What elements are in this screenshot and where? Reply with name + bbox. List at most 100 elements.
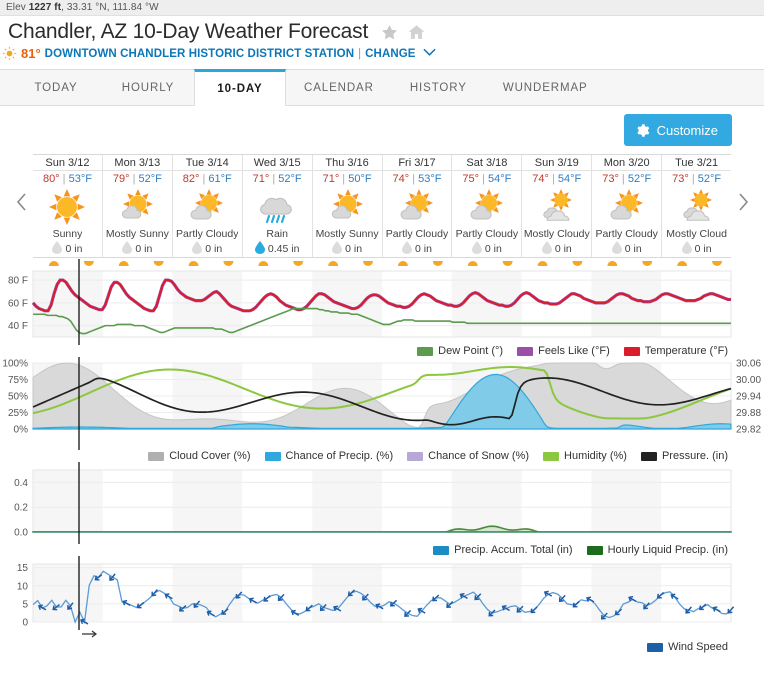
star-icon[interactable]	[380, 23, 399, 42]
cloud-humidity-pressure-chart[interactable]: 0% 25% 50% 75% 100% 29.82 29.88 29.94 30.00 30.06	[0, 357, 764, 450]
legend-dew-point[interactable]: Dew Point (°)	[417, 345, 503, 357]
legend-pressure[interactable]: Pressure. (in)	[640, 450, 728, 462]
legend-chance-snow[interactable]: Chance of Snow (%)	[407, 450, 529, 462]
tab-hourly[interactable]: HOURLY	[102, 70, 194, 105]
page-title: Chandler, AZ 10-Day Weather Forecast	[8, 20, 369, 43]
legend-swatch	[623, 346, 640, 356]
svg-text:100%: 100%	[2, 359, 28, 370]
tab-10-day[interactable]: 10-DAY	[194, 69, 286, 106]
low-temp: 54°F	[488, 172, 512, 185]
legend-swatch	[148, 451, 165, 461]
tab-calendar[interactable]: CALENDAR	[286, 70, 392, 105]
divider	[172, 170, 242, 171]
precip-drop-icon	[541, 241, 552, 257]
tab-label: WUNDERMAP	[502, 81, 588, 94]
current-temperature: 81°	[21, 46, 41, 61]
forecast-day-card[interactable]: Mon 3/20 73° | 52°F Partly Cloudy 0 in	[592, 155, 663, 257]
temp-separator: |	[691, 172, 695, 185]
legend-label: Hourly Liquid Precip. (in)	[607, 544, 728, 556]
legend-chance-precip[interactable]: Chance of Precip. (%)	[264, 450, 394, 462]
forecast-day-card[interactable]: Fri 3/17 74° | 53°F Partly Cloudy 0 in	[382, 155, 453, 257]
low-temp: 52°F	[697, 172, 722, 185]
header-icons	[380, 23, 430, 42]
forecast-day-card[interactable]: Mon 3/13 79° | 52°F Mostly Sunny 0 in	[102, 155, 173, 257]
chevron-down-icon[interactable]	[422, 48, 436, 60]
svg-text:0%: 0%	[14, 425, 29, 436]
high-temp: 71°	[252, 172, 270, 185]
next-days-button[interactable]	[732, 182, 754, 222]
tab-today[interactable]: TODAY	[10, 70, 102, 105]
svg-text:29.94: 29.94	[736, 392, 761, 403]
day-name: Sat 3/18	[466, 157, 508, 169]
tab-history[interactable]: HISTORY	[392, 70, 485, 105]
legend-humidity[interactable]: Humidity (%)	[543, 450, 627, 462]
day-temperatures: 79° | 52°F	[113, 173, 162, 185]
precip-drop-icon	[192, 241, 203, 257]
prev-days-button[interactable]	[10, 182, 32, 222]
customize-button[interactable]: Customize	[623, 114, 732, 146]
day-condition: Mostly Sunny	[105, 228, 169, 240]
svg-text:30.00: 30.00	[736, 375, 761, 386]
tab-wundermap[interactable]: WUNDERMAP	[485, 70, 606, 105]
forecast-day-card[interactable]: Thu 3/16 71° | 50°F Mostly Sunny 0 in	[312, 155, 383, 257]
tab-label: TODAY	[34, 81, 78, 94]
forecast-day-card[interactable]: Tue 3/14 82° | 61°F Partly Cloudy 0 in	[172, 155, 243, 257]
legend-wind-speed[interactable]: Wind Speed	[647, 641, 728, 653]
day-precipitation: 0.45 in	[254, 241, 299, 257]
low-temp: 52°F	[138, 172, 162, 185]
legend-label: Humidity (%)	[564, 450, 627, 462]
legend-cloud-cover[interactable]: Cloud Cover (%)	[148, 450, 251, 462]
legend-label: Pressure. (in)	[661, 450, 728, 462]
svg-text:29.82: 29.82	[736, 425, 761, 436]
separator: |	[358, 47, 362, 60]
precipitation-chart-legend: Precip. Accum. Total (in) Hourly Liquid …	[0, 544, 764, 556]
precipitation-chart[interactable]: 0.0 0.2 0.4	[0, 462, 764, 544]
forecast-day-card[interactable]: Sun 3/19 74° | 54°F Mostly Cloudy 0 in	[522, 155, 593, 257]
high-temp: 82°	[182, 172, 200, 185]
low-temp: 50°F	[348, 172, 372, 185]
divider	[452, 170, 522, 171]
day-name: Mon 3/13	[114, 157, 161, 169]
legend-label: Cloud Cover (%)	[169, 450, 251, 462]
forecast-day-card[interactable]: Tue 3/21 73° | 52°F Mostly Cloud 0 in	[662, 155, 732, 257]
temperature-chart[interactable]: 40 F 60 F 80 F	[0, 259, 764, 345]
day-condition: Partly Cloudy	[385, 228, 449, 240]
temp-separator: |	[412, 172, 416, 185]
forecast-day-card[interactable]: Sat 3/18 75° | 54°F Partly Cloudy 0 in	[452, 155, 523, 257]
sun-icon	[2, 46, 17, 61]
forecast-strip: Sun 3/12 80° | 53°F Sunny 0 in Mon 3/13 79° |…	[0, 154, 764, 259]
cloud-chart-legend: Cloud Cover (%) Chance of Precip. (%) Ch…	[0, 450, 764, 462]
mostly-cloudy-icon	[677, 186, 717, 227]
home-icon[interactable]	[407, 23, 426, 42]
charts-area: 40 F 60 F 80 F Dew Point (°) Feels Like (°…	[0, 259, 764, 653]
legend-temperature[interactable]: Temperature (°F)	[623, 345, 728, 357]
day-condition: Mostly Sunny	[315, 228, 379, 240]
legend-label: Feels Like (°F)	[538, 345, 610, 357]
change-location-link[interactable]: CHANGE	[365, 48, 415, 60]
temp-separator: |	[202, 172, 206, 185]
legend-precip-accum[interactable]: Precip. Accum. Total (in)	[433, 544, 573, 556]
divider	[33, 170, 102, 171]
legend-swatch	[647, 642, 664, 652]
wind-speed-chart[interactable]: 0 5 10 15	[0, 556, 764, 641]
day-name: Fri 3/17	[398, 157, 436, 169]
mostly-sunny-icon	[117, 186, 157, 227]
precip-amount: 0 in	[205, 243, 223, 255]
high-temp: 73°	[602, 172, 619, 185]
legend-hourly-liquid-precip[interactable]: Hourly Liquid Precip. (in)	[586, 544, 728, 556]
day-name: Sun 3/12	[45, 157, 90, 169]
temp-separator: |	[62, 172, 66, 185]
legend-label: Chance of Precip. (%)	[285, 450, 394, 462]
forecast-day-card[interactable]: Wed 3/15 71° | 52°F Rain 0.45 in	[242, 155, 313, 257]
legend-feels-like[interactable]: Feels Like (°F)	[517, 345, 610, 357]
forecast-day-card[interactable]: Sun 3/12 80° | 53°F Sunny 0 in	[33, 155, 103, 257]
day-condition: Sunny	[52, 228, 83, 240]
svg-text:30.06: 30.06	[736, 359, 761, 370]
precip-drop-icon	[611, 241, 622, 257]
partly-cloudy-icon	[607, 186, 647, 227]
high-temp: 74°	[532, 172, 549, 185]
title-block: Chandler, AZ 10-Day Weather Forecast	[0, 16, 764, 44]
elevation-value: 1227 ft	[28, 2, 62, 13]
station-name-link[interactable]: DOWNTOWN CHANDLER HISTORIC DISTRICT STAT…	[45, 48, 354, 60]
legend-swatch	[417, 346, 434, 356]
